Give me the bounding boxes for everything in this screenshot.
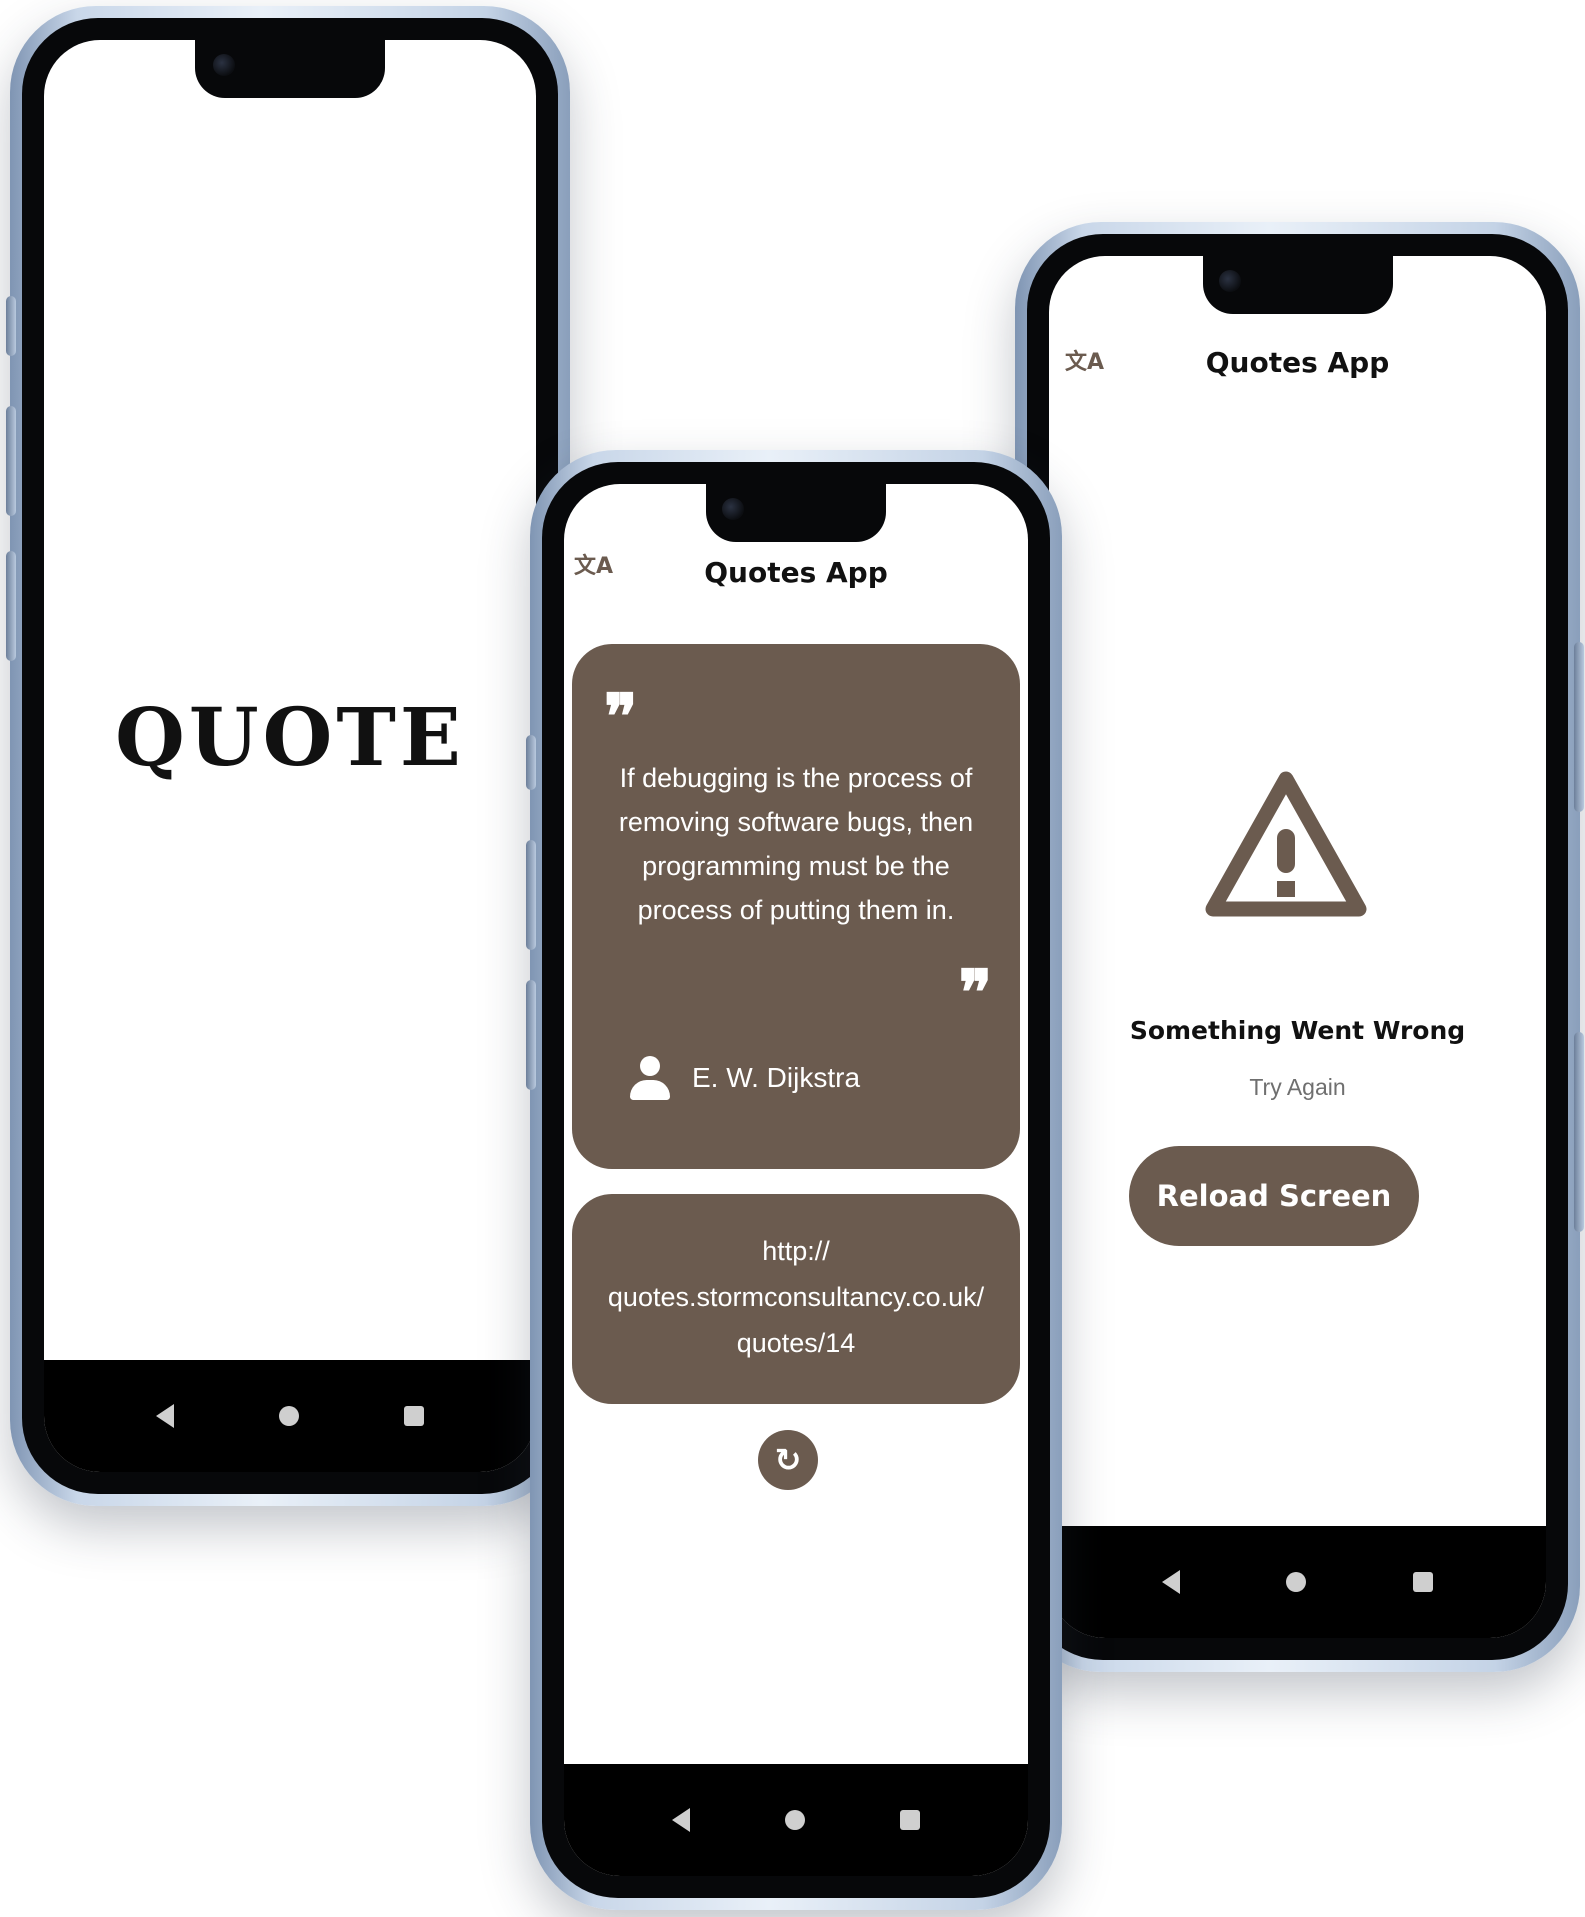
quote-screen: 文A Quotes App ❞ If debugging is the proc…: [564, 484, 1028, 1876]
error-title: Something Went Wrong: [1129, 1016, 1466, 1045]
phone-splash: QUOTE: [6, 6, 570, 1506]
phone-bezel: 文A Quotes App ❞ If debugging is the proc…: [542, 462, 1050, 1898]
volume-up-button: [6, 296, 16, 356]
silent-switch: [6, 551, 16, 661]
recents-icon[interactable]: [403, 1406, 424, 1426]
phone-bezel: QUOTE: [22, 18, 558, 1494]
system-nav-bar: [44, 1360, 536, 1472]
camera-icon: [213, 54, 235, 76]
system-nav-bar: [564, 1764, 1028, 1876]
refresh-button[interactable]: ↻: [758, 1430, 818, 1490]
author-name: E. W. Dijkstra: [692, 1062, 861, 1093]
open-quote-icon: ❞: [604, 680, 638, 753]
source-link-line1[interactable]: http://: [572, 1228, 1020, 1274]
reload-screen-button[interactable]: Reload Screen: [1129, 1146, 1419, 1246]
volume-down-button: [6, 406, 16, 516]
phone-quote: 文A Quotes App ❞ If debugging is the proc…: [526, 450, 1062, 1910]
author-row: E. W. Dijkstra: [630, 1056, 860, 1100]
splash-screen: QUOTE: [44, 40, 536, 1472]
camera-icon: [722, 498, 744, 520]
error-subtitle: Try Again: [1249, 1074, 1346, 1100]
splash-logo: QUOTE: [115, 690, 465, 784]
quote-text: If debugging is the process of removing …: [618, 763, 974, 925]
home-icon[interactable]: [784, 1810, 805, 1830]
refresh-icon: ↻: [774, 1441, 802, 1479]
close-quote-icon: ❞: [958, 956, 992, 1029]
app-title: Quotes App: [704, 556, 888, 589]
home-icon[interactable]: [1286, 1572, 1307, 1592]
power-button: [1574, 642, 1584, 812]
notch: [1202, 256, 1393, 314]
silent-switch: [526, 980, 536, 1090]
back-icon[interactable]: [671, 1808, 690, 1832]
phone-bezel: 文A Quotes App Something Went Wrong Try A…: [1027, 234, 1568, 1660]
phone-error: 文A Quotes App Something Went Wrong Try A…: [1015, 222, 1584, 1672]
recents-icon[interactable]: [1412, 1572, 1433, 1592]
back-icon[interactable]: [1162, 1570, 1181, 1594]
mockup-stage: QUOTE 文A Quotes App Something Went Wrong…: [0, 0, 1585, 1917]
home-icon[interactable]: [278, 1406, 299, 1426]
quote-card: ❞ If debugging is the process of removin…: [572, 644, 1020, 1169]
recents-icon[interactable]: [900, 1810, 921, 1830]
camera-icon: [1218, 270, 1241, 292]
notch: [195, 40, 385, 98]
system-nav-bar: [1049, 1526, 1546, 1638]
volume-up-button: [526, 735, 536, 790]
app-title: Quotes App: [1205, 346, 1390, 379]
source-link-line2[interactable]: quotes.stormconsultancy.co.uk/: [572, 1274, 1020, 1320]
error-screen: 文A Quotes App Something Went Wrong Try A…: [1049, 256, 1546, 1638]
volume-down-button: [526, 840, 536, 950]
side-button: [1574, 1032, 1584, 1232]
notch: [706, 484, 886, 542]
warning-icon: [1205, 771, 1367, 917]
source-link-line3[interactable]: quotes/14: [572, 1320, 1020, 1366]
source-link-card[interactable]: http:// quotes.stormconsultancy.co.uk/ q…: [572, 1194, 1020, 1404]
person-icon: [630, 1056, 670, 1100]
back-icon[interactable]: [156, 1404, 175, 1428]
